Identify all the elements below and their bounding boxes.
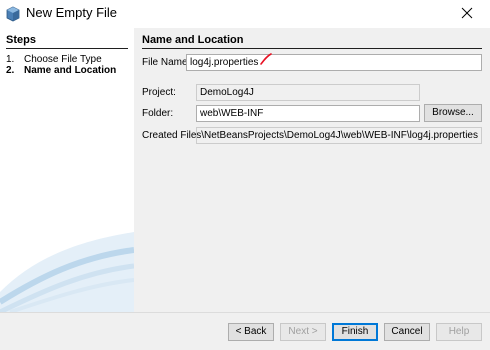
steps-heading: Steps: [6, 34, 36, 46]
button-bar: < Back Next > Finish Cancel Help: [0, 312, 490, 350]
step-number: 1.: [6, 54, 15, 65]
window-title: New Empty File: [26, 5, 118, 20]
created-file-label: Created File:: [142, 130, 200, 141]
file-name-label: File Name:: [142, 57, 191, 68]
file-name-field[interactable]: log4j.properties: [186, 54, 482, 71]
title-bar: New Empty File: [0, 0, 490, 28]
cancel-button[interactable]: Cancel: [384, 323, 430, 341]
folder-field[interactable]: web\WEB-INF: [196, 105, 420, 122]
finish-button[interactable]: Finish: [332, 323, 378, 341]
netbeans-cube-icon: [6, 6, 20, 22]
content-panel: Name and Location File Name: log4j.prope…: [134, 28, 490, 312]
step-item-name-and-location: 2. Name and Location: [6, 65, 116, 76]
project-field: DemoLog4J: [196, 84, 420, 101]
close-button[interactable]: [444, 0, 490, 28]
steps-divider: [6, 48, 128, 49]
created-file-field: C:\Users\Documents\NetBeansProjects\Demo…: [196, 127, 482, 144]
content-divider: [142, 48, 482, 49]
next-button[interactable]: Next >: [280, 323, 326, 341]
close-icon: [461, 7, 473, 22]
project-label: Project:: [142, 87, 176, 98]
folder-label: Folder:: [142, 108, 174, 119]
step-label: Name and Location: [24, 65, 117, 76]
content-heading: Name and Location: [142, 34, 244, 46]
step-item-choose-file-type: 1. Choose File Type: [6, 54, 102, 65]
back-button[interactable]: < Back: [228, 323, 274, 341]
step-number: 2.: [6, 65, 15, 76]
help-button[interactable]: Help: [436, 323, 482, 341]
steps-panel: Steps 1. Choose File Type 2. Name and Loca…: [0, 28, 134, 312]
wizard-wave-graphic: [0, 232, 134, 312]
browse-button[interactable]: Browse...: [424, 104, 482, 122]
step-label: Choose File Type: [24, 54, 102, 65]
